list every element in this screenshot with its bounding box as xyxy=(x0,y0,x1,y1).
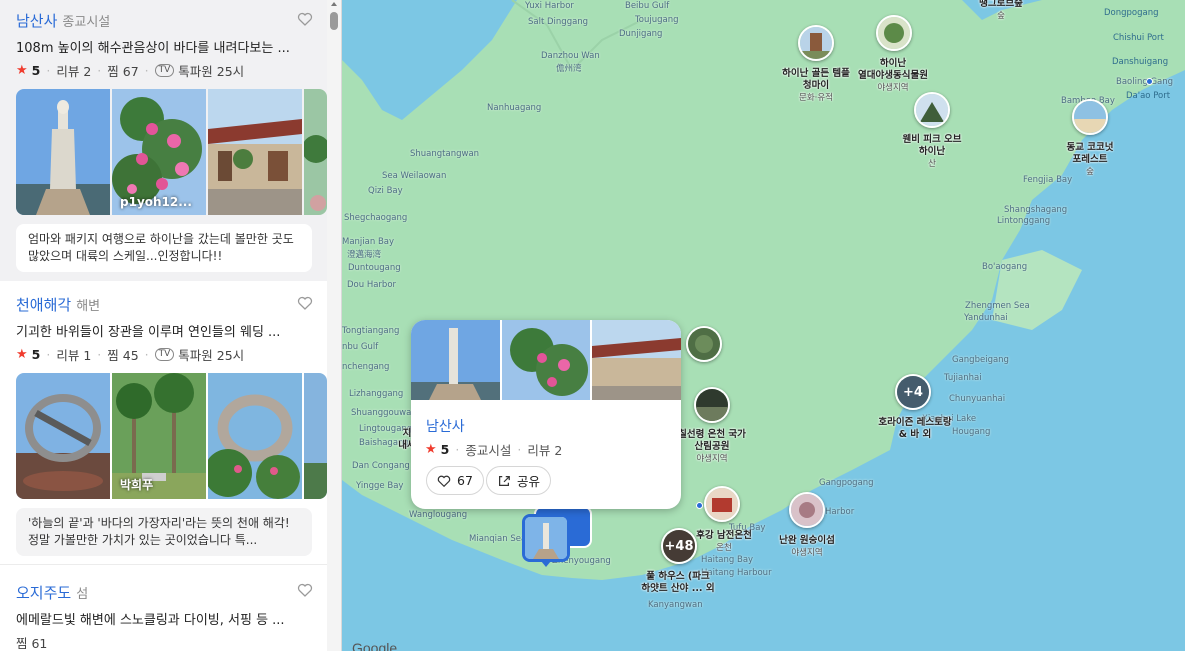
place-description: 기괴한 바위들이 장관을 이루며 연인들의 웨딩 ... xyxy=(16,325,281,340)
popup-photo-flowers[interactable] xyxy=(501,320,591,400)
star-icon: ★ xyxy=(16,347,28,362)
like-button[interactable]: 67 xyxy=(426,466,484,495)
pin-qixianling[interactable] xyxy=(694,387,730,423)
heart-icon[interactable] xyxy=(297,582,313,598)
place-name[interactable]: 오지주도 xyxy=(16,582,71,603)
place-description: 에메랄드빛 해변에 스노클링과 다이빙, 서핑 등 ... xyxy=(16,613,285,628)
location-dot xyxy=(1146,78,1153,85)
pin-coconut-forest[interactable] xyxy=(1072,99,1108,135)
save-count: 찜 67 xyxy=(107,64,139,79)
heart-icon xyxy=(437,475,451,487)
scrollbar-thumb[interactable] xyxy=(330,12,338,30)
rating-value: 5 xyxy=(31,63,41,78)
photo-strip[interactable]: p1yoh12... xyxy=(16,89,327,215)
photo-temple[interactable] xyxy=(208,89,302,215)
popup-place-name[interactable]: 남산사 xyxy=(426,416,465,436)
heart-icon[interactable] xyxy=(297,11,313,27)
pin-wildlife-park[interactable] xyxy=(876,15,912,51)
poi-label-coconut-forest[interactable]: 동교 코코넛 포레스트 숲 xyxy=(1066,142,1113,178)
share-button[interactable]: 공유 xyxy=(486,466,552,495)
place-meta: ★ 5 · 리뷰 2 · 찜 67 · TV 톡파원 25시 xyxy=(16,61,245,80)
pin-nantian-spa[interactable] xyxy=(704,486,740,522)
pin-golden-temple[interactable] xyxy=(798,25,834,61)
poi-label-golden-temple[interactable]: 하이난 골든 템플 청마이 문화·유적 xyxy=(782,68,850,104)
review-count[interactable]: 리뷰 1 xyxy=(56,345,91,364)
review-snippet[interactable]: '하늘의 끝'과 '바다의 가장자리'라는 뜻의 천애 해각! 정말 가볼만한 … xyxy=(16,508,312,556)
popup-category: 종교시설 xyxy=(465,443,512,458)
pin-wenbi-peak[interactable] xyxy=(914,92,950,128)
popup-reviews[interactable]: 리뷰 2 xyxy=(527,440,562,459)
place-card-ojijudo[interactable]: 오지주도 섬 에메랄드빛 해변에 스노클링과 다이빙, 서핑 등 ... 찜 6… xyxy=(0,564,327,651)
place-category: 해변 xyxy=(76,299,101,314)
heart-icon[interactable] xyxy=(297,295,313,311)
cluster-count: +4 xyxy=(897,376,929,408)
google-logo: Google xyxy=(352,640,398,651)
pin-horizon-restaurant[interactable]: +4 xyxy=(895,374,931,410)
pin-forest[interactable] xyxy=(686,326,722,362)
photo-more[interactable] xyxy=(304,89,327,215)
poi-label-wildlife-park[interactable]: 하이난 열대야생동식물원 야생지역 xyxy=(858,58,928,94)
poi-label-park-hyatt[interactable]: 풀 하우스 (파크 하얏트 산야 ... 외 xyxy=(641,571,714,595)
place-description: 108m 높이의 해수관음상이 바다를 내려다보는 ... xyxy=(16,41,290,56)
poi-label-horizon-restaurant[interactable]: 호라이즌 레스토랑 & 바 외 xyxy=(878,417,951,441)
map-view[interactable]: Yuxi Harbor Beibu Gulf Salt Dinggang Tou… xyxy=(342,0,1185,651)
like-count: 67 xyxy=(457,473,473,488)
location-dot xyxy=(696,502,703,509)
poi-label-nantian-spa[interactable]: 후강 남전온천 온천 xyxy=(696,530,752,554)
popup-photo-temple[interactable] xyxy=(592,320,681,400)
photo-strip[interactable]: 박희푸 xyxy=(16,373,327,499)
place-list-panel: 남산사 종교시설 108m 높이의 해수관음상이 바다를 내려다보는 ... ★… xyxy=(0,0,342,651)
photo-more[interactable] xyxy=(304,373,327,499)
share-icon xyxy=(499,475,510,486)
place-name[interactable]: 남산사 xyxy=(16,10,57,31)
pin-monkey-island[interactable] xyxy=(789,492,825,528)
tv-badge-icon: TV xyxy=(154,64,175,77)
save-count: 찜 61 xyxy=(16,636,48,651)
review-count[interactable]: 리뷰 2 xyxy=(56,61,91,80)
place-card-cheonaehaegak[interactable]: 천애해각 해변 기괴한 바위들이 장관을 이루며 연인들의 웨딩 ... ★ 5… xyxy=(0,281,327,564)
share-label: 공유 xyxy=(517,474,541,489)
review-snippet[interactable]: 엄마와 패키지 여행으로 하이난을 갔는데 볼만한 곳도 많았으며 대륙의 스케… xyxy=(16,224,312,272)
place-popup[interactable]: 남산사 ★ 5 · 종교시설 · 리뷰 2 67 공유 xyxy=(411,320,681,509)
photo-bougainvillea[interactable]: p1yoh12... xyxy=(112,89,206,215)
star-icon: ★ xyxy=(425,442,437,457)
popup-rating: 5 xyxy=(440,442,450,457)
poi-label-mangrove[interactable]: 하이커우 땡그로브숲숲 xyxy=(979,0,1023,22)
selected-pin-tail xyxy=(541,561,551,567)
place-meta: ★ 5 · 리뷰 1 · 찜 45 · TV 톡파원 25시 xyxy=(16,345,245,364)
pin-park-hyatt-cluster[interactable]: +48 xyxy=(661,528,697,564)
tv-source: 톡파원 25시 xyxy=(178,348,245,363)
popup-photos[interactable] xyxy=(411,320,681,400)
place-name[interactable]: 천애해각 xyxy=(16,294,71,315)
poi-label-monkey-island[interactable]: 난완 원숭이섬 야생지역 xyxy=(779,535,835,559)
tv-badge-icon: TV xyxy=(154,348,175,361)
popup-photo-statue[interactable] xyxy=(411,320,500,400)
star-icon: ★ xyxy=(16,63,28,78)
place-category: 종교시설 xyxy=(62,15,111,30)
tv-source: 톡파원 25시 xyxy=(178,64,245,79)
cluster-count: +48 xyxy=(663,530,695,562)
photo-ring-sculpture[interactable] xyxy=(16,373,110,499)
poi-label-wenbi-peak[interactable]: 웬비 피크 오브 하이난 산 xyxy=(902,134,961,170)
selected-pin-namsansa[interactable] xyxy=(522,514,570,562)
save-count: 찜 45 xyxy=(107,348,139,363)
place-meta: 찜 61 xyxy=(16,633,327,651)
popup-meta: ★ 5 · 종교시설 · 리뷰 2 xyxy=(425,440,563,459)
place-category: 섬 xyxy=(76,587,89,602)
photo-palm-trees[interactable]: 박희푸 xyxy=(112,373,206,499)
scrollbar-track[interactable] xyxy=(327,0,341,651)
place-card-namsansa[interactable]: 남산사 종교시설 108m 높이의 해수관음상이 바다를 내려다보는 ... ★… xyxy=(0,0,327,281)
scroll-up-arrow-icon[interactable] xyxy=(331,2,337,6)
photo-uploader: 박희푸 xyxy=(120,478,154,492)
photo-guanyin-statue[interactable] xyxy=(16,89,110,215)
rating-value: 5 xyxy=(31,347,41,362)
poi-label-qixianling[interactable]: 칠선령 온천 국가 산림공원 야생지역 xyxy=(678,429,746,465)
photo-stone-ring[interactable] xyxy=(208,373,302,499)
photo-uploader: p1yoh12... xyxy=(120,195,192,209)
